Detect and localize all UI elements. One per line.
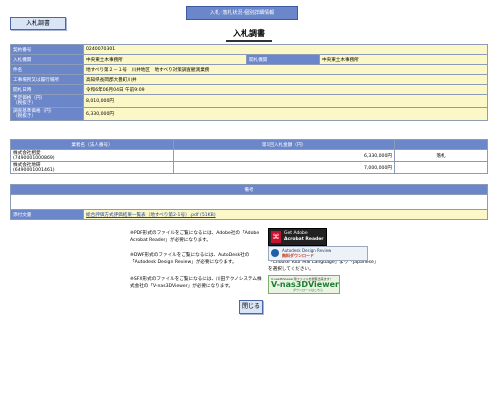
location-label: 工事場所又は履行場所 bbox=[10, 74, 84, 85]
autodesk-icon bbox=[271, 249, 279, 257]
page-title: 入札調書 bbox=[226, 27, 272, 42]
bidding-agency-label: 入札機関 bbox=[10, 54, 84, 65]
dwf-language-note: 「Choose Your MSI Language」より「Japanese」を選… bbox=[268, 260, 377, 272]
table-row: 業者名（法人番号） 第1回入札金額（円） bbox=[10, 139, 488, 150]
bidder-name-header: 業者名（法人番号） bbox=[10, 139, 174, 150]
contract-info-table: 契約番号 0240070301 入札機関 中央東土木事務所 開札機関 中央東土木… bbox=[10, 44, 488, 121]
attachment-cell: 総合評価方式評価結果一覧表（地すべり第2-1号）.pdf (51KB) bbox=[83, 209, 488, 220]
dwf-note: ※DWF形式のファイルをご覧になるには、AutoDesk社の「Autodesk … bbox=[130, 253, 250, 265]
survey-base-price-label: 調査基準価格（円） （税抜き） bbox=[10, 107, 84, 121]
table-row: 件名 地すべり第２－１号 川井地区 地すべり対策調査観測業務 bbox=[10, 64, 488, 75]
subject-label: 件名 bbox=[10, 64, 84, 75]
survey-base-price-value: 6,330,000円 bbox=[83, 107, 488, 121]
acrobat-reader-text: Acrobat Reader bbox=[284, 237, 324, 242]
table-row: 添付文書 総合評価方式評価結果一覧表（地すべり第2-1号）.pdf (51KB) bbox=[10, 209, 488, 220]
table-row: 開札日時 令和6年06月04日 午前9:09 bbox=[10, 84, 488, 95]
opening-agency-label: 開札機関 bbox=[246, 54, 320, 65]
remarks-header: 備考 bbox=[10, 184, 488, 195]
table-row bbox=[10, 194, 488, 210]
subject-value: 地すべり第２－１号 川井地区 地すべり対策調査観測業務 bbox=[83, 64, 488, 75]
vnas-viewer-badge[interactable]: V-nas3DViewer用ファイルを閲覧出来ます！ V-nas3DViewer… bbox=[268, 275, 340, 294]
bid-amount: 7,000,000円 bbox=[173, 161, 395, 174]
table-row: 株式会社地研 (6490001001461) 7,000,000円 bbox=[10, 161, 488, 174]
table-row: 入札機関 中央東土木事務所 開札機関 中央東土木事務所 bbox=[10, 54, 488, 65]
bid-amount: 6,330,000円 bbox=[173, 149, 395, 162]
bid-result bbox=[394, 161, 488, 174]
bidder-cell: 株式会社相愛 (7490001000869) bbox=[10, 149, 174, 162]
opening-datetime-label: 開札日時 bbox=[10, 84, 84, 95]
page-topbar: 入札･落札状況-個別詳細情報 bbox=[186, 6, 298, 20]
autodesk-download-badge[interactable]: Autodesk Design Review 無料ダウンロード bbox=[268, 246, 368, 261]
attachment-pdf-link[interactable]: 総合評価方式評価結果一覧表（地すべり第2-1号）.pdf (51KB) bbox=[86, 213, 216, 218]
contract-number-value: 0240070301 bbox=[83, 44, 488, 55]
bidding-agency-value: 中央東土木事務所 bbox=[83, 54, 247, 65]
vnas-download-text: ダウンロードはこちら bbox=[293, 288, 324, 292]
bid-record-tab-button[interactable]: 入札調書 bbox=[10, 17, 66, 30]
bidder-corporate-number: (6490001001461) bbox=[13, 167, 55, 173]
acrobat-icon: ⌘ bbox=[271, 231, 281, 243]
remarks-table: 備考 添付文書 総合評価方式評価結果一覧表（地すべり第2-1号）.pdf (51… bbox=[10, 184, 488, 220]
bidder-cell: 株式会社地研 (6490001001461) bbox=[10, 161, 174, 174]
contract-number-label: 契約番号 bbox=[10, 44, 84, 55]
result-header bbox=[394, 139, 488, 150]
autodesk-free-download-text: 無料ダウンロード bbox=[282, 253, 314, 258]
opening-datetime-value: 令和6年06月04日 午前9:09 bbox=[83, 84, 488, 95]
table-row: 備考 bbox=[10, 184, 488, 195]
first-bid-amount-header: 第1回入札金額（円） bbox=[173, 139, 395, 150]
close-button[interactable]: 閉じる bbox=[239, 300, 263, 314]
bidder-corporate-number: (7490001000869) bbox=[13, 155, 55, 161]
pdf-note: ※PDF形式のファイルをご覧になるには、Adobe社の「Adobe Acroba… bbox=[130, 231, 260, 243]
table-row: 契約番号 0240070301 bbox=[10, 44, 488, 55]
table-row: 工事場所又は履行場所 高知県長岡郡大豊町川井 bbox=[10, 74, 488, 85]
planned-price-value: 8,010,000円 bbox=[83, 94, 488, 108]
location-value: 高知県長岡郡大豊町川井 bbox=[83, 74, 488, 85]
acrobat-reader-badge[interactable]: ⌘ Get Adobe Acrobat Reader bbox=[268, 228, 327, 246]
table-row: 調査基準価格（円） （税抜き） 6,330,000円 bbox=[10, 107, 488, 121]
bids-table: 業者名（法人番号） 第1回入札金額（円） 株式会社相愛 (74900010008… bbox=[10, 139, 488, 174]
remarks-body bbox=[10, 194, 488, 210]
opening-agency-value: 中央東土木事務所 bbox=[319, 54, 488, 65]
planned-price-label: 予定価格（円） （税抜き） bbox=[10, 94, 84, 108]
table-row: 株式会社相愛 (7490001000869) 6,330,000円 落札 bbox=[10, 149, 488, 162]
table-row: 予定価格（円） （税抜き） 8,010,000円 bbox=[10, 94, 488, 108]
attachment-label: 添付文書 bbox=[10, 209, 84, 220]
acrobat-get-text: Get Adobe bbox=[284, 231, 308, 236]
sfx-note: ※SFX形式のファイルをご覧になるには、川田テクノシステム株式会社の「V-nas… bbox=[130, 277, 262, 289]
bid-result: 落札 bbox=[394, 149, 488, 162]
